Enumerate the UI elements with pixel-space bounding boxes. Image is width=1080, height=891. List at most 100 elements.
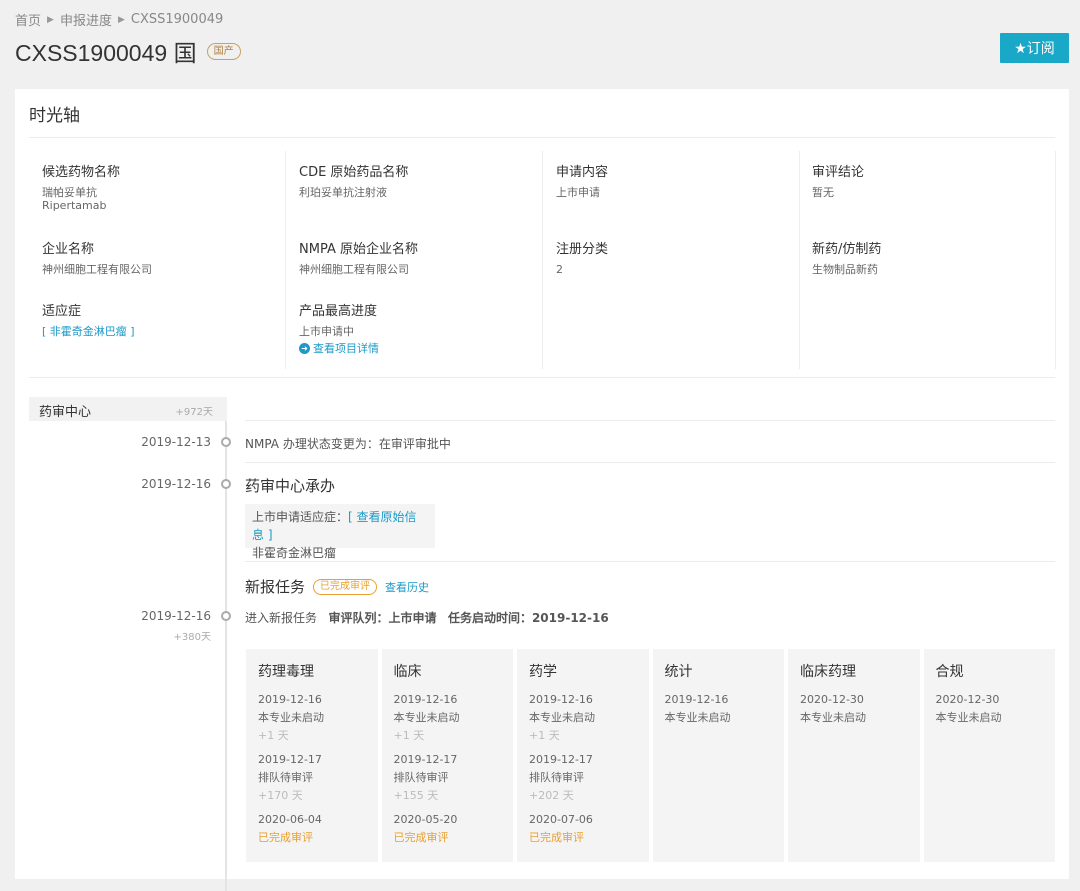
discipline-entry: 2019-12-16 本专业未启动 [665, 691, 773, 727]
page-title: CXSS1900049 国 [15, 40, 197, 66]
indication-field: 适应症 [ 非霍奇金淋巴瘤 ] [42, 300, 135, 338]
apply-field: 申请内容 上市申请 [556, 161, 608, 199]
timeline-dot-icon [221, 479, 231, 489]
indication-box: 上市申请适应症：[ 查看原始信息 ] 非霍奇金淋巴瘤 [245, 504, 435, 560]
subscribe-button[interactable]: ★订阅 [1000, 33, 1069, 63]
event-date: 2019-12-13 [141, 435, 211, 449]
box-value: 非霍奇金淋巴瘤 [252, 546, 337, 560]
task-header: 新报任务 已完成审评 查看历史 [245, 576, 429, 597]
entry-date: 2020-05-20 [393, 813, 458, 826]
timeline-line [225, 421, 227, 891]
field-label: CDE 原始药品名称 [299, 165, 409, 180]
type-field: 新药/仿制药 生物制品新药 [812, 238, 881, 276]
entry-days: +155 天 [393, 789, 439, 802]
entry-status: 本专业未启动 [258, 711, 324, 724]
entry-date: 2019-12-16 [529, 693, 593, 706]
entry-status: 本专业未启动 [664, 711, 731, 724]
task-status-badge: 已完成审评 [313, 578, 378, 595]
entry-status: 排队待审评 [393, 771, 449, 784]
entry-date: 2019-12-16 [393, 693, 458, 706]
info-column: 申请内容 上市申请 注册分类 2 [543, 151, 800, 369]
field-value: 上市申请 [556, 186, 600, 199]
entry-days: +1 天 [529, 729, 560, 742]
discipline-entry: 2020-07-06 已完成审评 [529, 811, 637, 847]
breadcrumb-home[interactable]: 首页 [15, 10, 41, 29]
task-start: 任务启动时间：2019-12-16 [447, 611, 609, 625]
box-label: 上市申请适应症： [252, 510, 349, 524]
arrow-right-icon: ➜ [299, 342, 310, 354]
event-title: 药审中心承办 [245, 477, 336, 495]
entry-date: 2020-07-06 [529, 813, 593, 826]
divider [245, 561, 1055, 562]
field-value: 瑞帕妥单抗 Ripertamab [42, 186, 107, 212]
center-name: 药审中心 [39, 405, 92, 420]
discipline-entry: 2019-12-16 本专业未启动 +1 天 [258, 691, 366, 745]
info-grid: 候选药物名称 瑞帕妥单抗 Ripertamab 企业名称 神州细胞工程有限公司 适… [29, 151, 1056, 369]
divider [245, 462, 1055, 463]
field-label: 候选药物名称 [42, 165, 121, 180]
candidate-field: 候选药物名称 瑞帕妥单抗 Ripertamab [42, 161, 120, 212]
field-value: 利珀妥单抗注射液 [299, 186, 387, 199]
discipline-entry: 2019-12-16 本专业未启动 +1 天 [529, 691, 637, 745]
company-field: 企业名称 神州细胞工程有限公司 [42, 238, 152, 276]
info-column: 候选药物名称 瑞帕妥单抗 Ripertamab 企业名称 神州细胞工程有限公司 适… [29, 151, 286, 369]
field-value: 2 [556, 263, 563, 276]
info-column: CDE 原始药品名称 利珀妥单抗注射液 NMPA 原始企业名称 神州细胞工程有限… [286, 151, 543, 369]
discipline-column: 药理毒理 2019-12-16 本专业未启动 +1 天 2019-12-17 排队待审评 +… [246, 649, 378, 862]
discipline-column: 药学 2019-12-16 本专业未启动 +1 天 2019-12-17 排队待审评 +20… [517, 649, 649, 862]
task-info: 进入新报任务 审评队列：上市申请 任务启动时间：2019-12-16 [245, 609, 609, 626]
event-days: +380天 [173, 632, 211, 643]
entry-days: +1 天 [393, 729, 425, 742]
entry-days: +1 天 [258, 729, 289, 742]
timeline-dot-icon [221, 611, 231, 621]
field-value: 生物制品新药 [812, 263, 878, 276]
field-value: 神州细胞工程有限公司 [299, 263, 409, 276]
project-detail-link[interactable]: ➜ 查看项目详情 [299, 340, 379, 356]
discipline-column: 合规 2020-12-30 本专业未启动 [923, 649, 1055, 862]
entry-status: 本专业未启动 [800, 711, 866, 724]
discipline-name: 临床 [393, 664, 422, 680]
divider [29, 377, 1055, 378]
reg-field: 注册分类 2 [556, 238, 608, 276]
discipline-column: 临床 2019-12-16 本专业未启动 +1 天 2019-12-17 排队待审评 +15… [381, 649, 513, 862]
entry-status: 本专业未启动 [393, 711, 460, 724]
breadcrumb-progress[interactable]: 申报进度 [60, 10, 112, 29]
origin-badge: 国产 [206, 42, 241, 60]
entry-date: 2019-12-16 [664, 693, 729, 706]
entry-date: 2020-12-30 [800, 693, 864, 706]
breadcrumb-separator-icon: ▶ [117, 14, 125, 25]
entry-days: +202 天 [529, 789, 574, 802]
card-title: 时光轴 [29, 106, 80, 126]
entry-status: 本专业未启动 [529, 711, 595, 724]
entry-status: 排队待审评 [258, 771, 313, 784]
discipline-name: 合规 [935, 664, 964, 680]
center-days: +972天 [175, 407, 213, 418]
entry-status: 已完成审评 [258, 831, 313, 844]
field-label: 新药/仿制药 [812, 242, 882, 257]
discipline-entry: 2020-06-04 已完成审评 [258, 811, 366, 847]
task-info-text: 进入新报任务 [245, 611, 318, 625]
breadcrumb: 首页 ▶ 申报进度 ▶ CXSS1900049 [15, 10, 223, 29]
timeline-card: 时光轴 候选药物名称 瑞帕妥单抗 Ripertamab 企业名称 神州细胞工程有限… [15, 89, 1069, 891]
info-column: 审评结论 暂无 新药/仿制药 生物制品新药 [799, 151, 1056, 369]
discipline-name: 统计 [664, 664, 693, 680]
indication-link[interactable]: [ 非霍奇金淋巴瘤 ] [42, 325, 135, 338]
task-queue: 审评队列：上市申请 [328, 611, 437, 625]
breadcrumb-separator-icon: ▶ [47, 14, 54, 25]
divider [245, 420, 1055, 421]
field-label: 企业名称 [42, 242, 95, 257]
field-value: 神州细胞工程有限公司 [42, 263, 152, 276]
view-history-link[interactable]: 查看历史 [385, 579, 429, 595]
discipline-name: 临床药理 [800, 664, 856, 680]
entry-status: 排队待审评 [529, 771, 584, 784]
divider [29, 137, 1055, 138]
field-label: NMPA 原始企业名称 [299, 242, 418, 257]
breadcrumb-current: CXSS1900049 [130, 12, 224, 27]
entry-date: 2020-12-30 [935, 693, 1000, 706]
entry-date: 2019-12-16 [258, 693, 322, 706]
cde-field: CDE 原始药品名称 利珀妥单抗注射液 [299, 161, 408, 199]
event-text: NMPA 办理状态变更为：在审评审批中 [245, 437, 451, 451]
entry-status: 已完成审评 [393, 831, 449, 844]
discipline-entry: 2019-12-17 排队待审评 +202 天 [529, 751, 637, 805]
field-value: 上市申请中 [299, 325, 354, 338]
